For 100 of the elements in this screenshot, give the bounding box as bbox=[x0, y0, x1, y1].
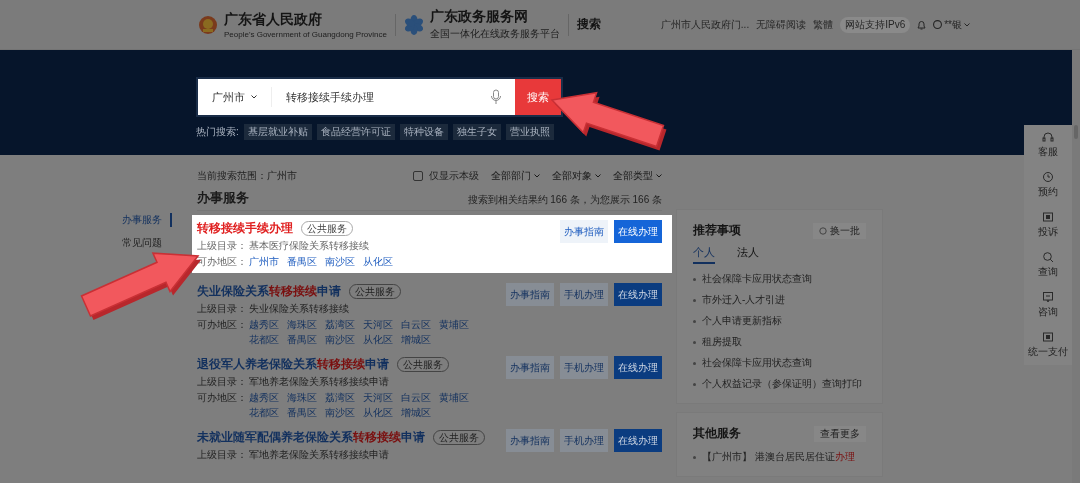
guide-button[interactable]: 办事指南 bbox=[506, 429, 554, 452]
hot-search-tag[interactable]: 特种设备 bbox=[399, 124, 448, 140]
online-button[interactable]: 在线办理 bbox=[614, 283, 662, 306]
search-icon bbox=[1042, 251, 1054, 263]
area-link[interactable]: 从化区 bbox=[363, 255, 393, 268]
tray-icon bbox=[1042, 211, 1054, 223]
mobile-button[interactable]: 手机办理 bbox=[560, 283, 608, 306]
online-button[interactable]: 在线办理 bbox=[614, 429, 662, 452]
search-input[interactable]: 转移接续手续办理 bbox=[286, 91, 489, 103]
emblem-icon bbox=[198, 14, 218, 35]
toolbar-button[interactable]: 咨询 bbox=[1038, 291, 1058, 319]
recommend-link[interactable]: 社会保障卡应用状态查询 bbox=[702, 356, 812, 370]
sidebar-item[interactable]: 常见问题 bbox=[122, 236, 172, 250]
filter-dropdown[interactable]: 全部类型 bbox=[613, 169, 662, 183]
parent-label: 上级目录： bbox=[197, 375, 248, 388]
area-link[interactable]: 广州市 bbox=[249, 255, 279, 268]
area-link[interactable]: 南沙区 bbox=[325, 255, 355, 268]
parent-value: 军地养老保险关系转移接续申请 bbox=[249, 375, 389, 388]
caret-icon bbox=[656, 174, 662, 178]
area-link[interactable]: 番禺区 bbox=[287, 255, 317, 268]
filter-dropdown[interactable]: 全部对象 bbox=[552, 169, 601, 183]
hot-search-tag[interactable]: 基层就业补贴 bbox=[243, 124, 312, 140]
parent-value: 军地养老保险关系转移接续申请 bbox=[249, 448, 389, 461]
microphone-icon[interactable] bbox=[489, 89, 503, 105]
area-link[interactable]: 从化区 bbox=[363, 406, 393, 419]
recommend-link[interactable]: 社会保障卡应用状态查询 bbox=[702, 272, 812, 286]
hot-search-tag[interactable]: 独生子女 bbox=[452, 124, 501, 140]
area-link[interactable]: 越秀区 bbox=[249, 391, 279, 404]
result-title[interactable]: 失业保险关系转移接续申请 bbox=[197, 283, 341, 299]
recommend-link[interactable]: 个人申请更新指标 bbox=[702, 314, 782, 328]
sidebar-item[interactable]: 办事服务 bbox=[122, 213, 172, 227]
refresh-button[interactable]: 换一批 bbox=[813, 222, 866, 239]
tab[interactable]: 个人 bbox=[693, 245, 715, 264]
card-title: 推荐事项 bbox=[693, 222, 741, 239]
guide-button[interactable]: 办事指南 bbox=[506, 283, 554, 306]
search-button[interactable]: 搜索 bbox=[515, 79, 561, 115]
service-link[interactable]: 【广州市】 港澳台居民居住证办理 bbox=[702, 450, 855, 464]
area-link[interactable]: 荔湾区 bbox=[325, 318, 355, 331]
result-title[interactable]: 未就业随军配偶养老保险关系转移接续申请 bbox=[197, 429, 425, 445]
section-title: 办事服务 bbox=[197, 189, 249, 207]
area-link[interactable]: 南沙区 bbox=[325, 406, 355, 419]
online-button[interactable]: 在线办理 bbox=[614, 220, 662, 243]
caret-icon bbox=[964, 22, 970, 27]
recommend-link[interactable]: 市外迁入-人才引进 bbox=[702, 293, 786, 307]
toolbar-button[interactable]: 查询 bbox=[1038, 251, 1058, 279]
area-link[interactable]: 天河区 bbox=[363, 391, 393, 404]
result-count: 搜索到相关结果约 166 条，为您展示 166 条 bbox=[467, 193, 662, 207]
header-link[interactable]: 无障碍阅读 bbox=[756, 17, 807, 32]
area-link[interactable]: 海珠区 bbox=[287, 318, 317, 331]
area-link[interactable]: 南沙区 bbox=[325, 333, 355, 346]
headset-icon bbox=[1042, 131, 1054, 143]
more-button[interactable]: 查看更多 bbox=[814, 425, 866, 442]
user-menu[interactable]: **银 bbox=[933, 17, 970, 32]
header-link[interactable]: 广州市人民政府门... bbox=[660, 17, 750, 32]
area-link[interactable]: 越秀区 bbox=[249, 318, 279, 331]
area-link[interactable]: 增城区 bbox=[401, 406, 431, 419]
toolbar-button[interactable]: 投诉 bbox=[1038, 211, 1058, 239]
clock-icon bbox=[1042, 171, 1054, 183]
guide-button[interactable]: 办事指南 bbox=[560, 220, 608, 243]
area-link[interactable]: 从化区 bbox=[363, 333, 393, 346]
area-label: 可办地区： bbox=[197, 318, 248, 332]
refresh-icon bbox=[819, 226, 827, 235]
recommend-link[interactable]: 个人权益记录（参保证明）查询打印 bbox=[702, 377, 862, 391]
mobile-button[interactable]: 手机办理 bbox=[560, 429, 608, 452]
area-link[interactable]: 花都区 bbox=[249, 333, 279, 346]
hot-search-tag[interactable]: 营业执照 bbox=[505, 124, 554, 140]
card-title: 其他服务 bbox=[693, 425, 741, 442]
service-title: 广东政务服务网 bbox=[429, 8, 529, 26]
checkbox[interactable] bbox=[413, 171, 423, 181]
area-link[interactable]: 黄埔区 bbox=[439, 318, 469, 331]
online-button[interactable]: 在线办理 bbox=[614, 356, 662, 379]
area-link[interactable]: 海珠区 bbox=[287, 391, 317, 404]
toolbar-button[interactable]: 预约 bbox=[1038, 171, 1058, 199]
area-link[interactable]: 天河区 bbox=[363, 318, 393, 331]
chat-icon bbox=[1042, 291, 1054, 303]
guide-button[interactable]: 办事指南 bbox=[506, 356, 554, 379]
result-title[interactable]: 转移接续手续办理 bbox=[197, 220, 293, 236]
area-link[interactable]: 黄埔区 bbox=[439, 391, 469, 404]
result-title[interactable]: 退役军人养老保险关系转移接续申请 bbox=[197, 356, 389, 372]
user-icon bbox=[933, 20, 943, 29]
flower-logo-icon bbox=[403, 14, 424, 35]
parent-label: 上级目录： bbox=[197, 239, 248, 252]
mobile-button[interactable]: 手机办理 bbox=[560, 356, 608, 379]
tab[interactable]: 法人 bbox=[737, 245, 759, 264]
gov-title: 广东省人民政府 bbox=[224, 10, 323, 29]
area-link[interactable]: 增城区 bbox=[401, 333, 431, 346]
header-link[interactable]: 繁體 bbox=[813, 17, 834, 32]
area-link[interactable]: 番禺区 bbox=[287, 406, 317, 419]
toolbar-button[interactable]: 客服 bbox=[1038, 131, 1058, 159]
area-link[interactable]: 花都区 bbox=[249, 406, 279, 419]
filter-dropdown[interactable]: 全部部门 bbox=[491, 169, 540, 183]
recommend-link[interactable]: 租房提取 bbox=[702, 335, 742, 349]
area-link[interactable]: 荔湾区 bbox=[325, 391, 355, 404]
area-link[interactable]: 番禺区 bbox=[287, 333, 317, 346]
scope-label: 当前搜索范围： bbox=[197, 169, 267, 183]
ipv6-badge: 网站支持IPv6 bbox=[840, 16, 911, 33]
bell-icon[interactable] bbox=[917, 19, 927, 30]
hot-search-tag[interactable]: 食品经营许可证 bbox=[316, 124, 395, 140]
area-link[interactable]: 白云区 bbox=[401, 391, 431, 404]
area-link[interactable]: 白云区 bbox=[401, 318, 431, 331]
